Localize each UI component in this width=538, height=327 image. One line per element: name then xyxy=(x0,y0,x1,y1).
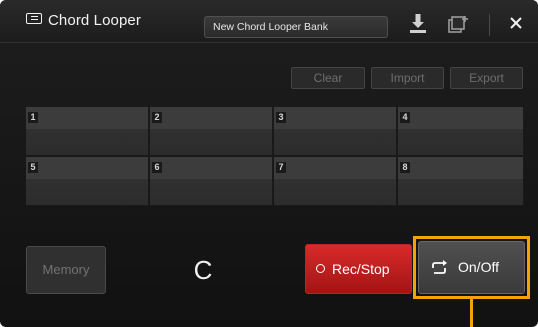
window-title: Chord Looper xyxy=(48,12,141,29)
callout-line xyxy=(470,299,473,327)
export-button[interactable]: Export xyxy=(450,67,523,89)
memory-slot[interactable]: 3 xyxy=(274,107,397,156)
memory-slot[interactable]: 1 xyxy=(26,107,149,156)
record-icon xyxy=(316,264,325,273)
loop-icon xyxy=(432,260,447,274)
new-bank-icon[interactable] xyxy=(446,12,470,36)
memory-slot[interactable]: 7 xyxy=(274,157,397,206)
memory-slot-number: 8 xyxy=(400,162,410,173)
memory-slot[interactable]: 5 xyxy=(26,157,149,206)
memory-slot[interactable]: 6 xyxy=(150,157,273,206)
save-icon[interactable] xyxy=(406,12,430,36)
on-off-button[interactable]: On/Off xyxy=(418,241,525,294)
import-button[interactable]: Import xyxy=(371,67,444,89)
memory-slot-number: 1 xyxy=(28,112,38,123)
memory-slot-number: 2 xyxy=(152,112,162,123)
chord-looper-icon xyxy=(26,13,42,24)
toolbar-divider xyxy=(489,14,490,36)
memory-slot-number: 5 xyxy=(28,162,38,173)
memory-slot-number: 3 xyxy=(276,112,286,123)
rec-stop-button[interactable]: Rec/Stop xyxy=(305,244,412,294)
memory-slot[interactable]: 2 xyxy=(150,107,273,156)
memory-slot-number: 7 xyxy=(276,162,286,173)
chord-looper-panel: Chord Looper New Chord Looper Bank Clear… xyxy=(0,0,538,327)
memory-slot[interactable]: 4 xyxy=(398,107,524,156)
memory-slot-number: 6 xyxy=(152,162,162,173)
clear-button[interactable]: Clear xyxy=(291,67,365,89)
memory-button[interactable]: Memory xyxy=(26,246,106,294)
memory-slot-grid: 1 2 3 4 5 6 7 8 xyxy=(26,107,524,207)
memory-slot[interactable]: 8 xyxy=(398,157,524,206)
bank-name-field[interactable]: New Chord Looper Bank xyxy=(204,16,388,38)
current-chord-display: C xyxy=(193,255,213,285)
on-off-label: On/Off xyxy=(458,259,499,275)
rec-stop-label: Rec/Stop xyxy=(332,261,390,277)
close-icon[interactable] xyxy=(506,13,526,33)
title-bar: Chord Looper New Chord Looper Bank xyxy=(0,0,538,43)
memory-slot-number: 4 xyxy=(400,112,410,123)
